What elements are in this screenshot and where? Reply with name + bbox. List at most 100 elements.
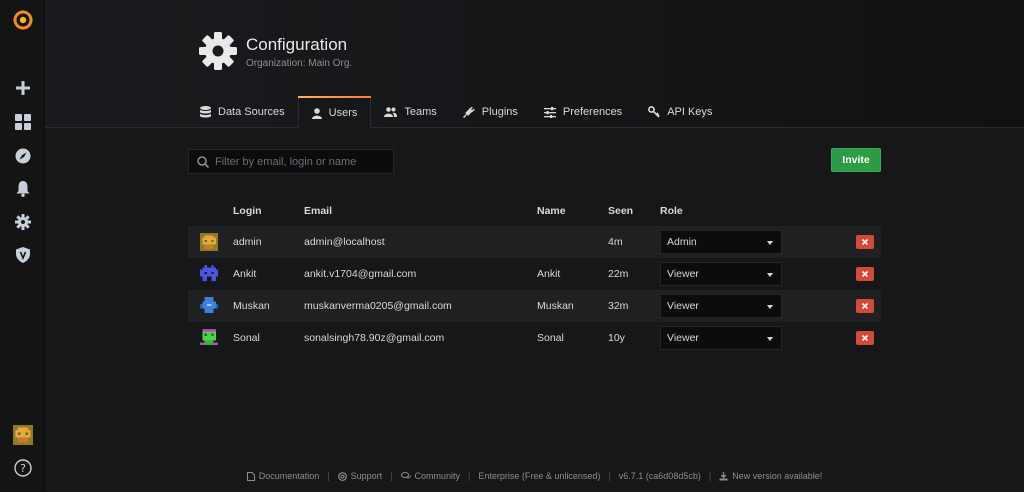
cell-email: sonalsingh78.90z@gmail.com [304,332,445,344]
role-select[interactable]: Viewer [660,294,782,318]
user-icon [311,107,322,119]
tab-label: Preferences [562,106,623,118]
invite-button[interactable]: Invite [831,148,881,172]
role-value: Admin [667,236,697,248]
help-question-icon[interactable]: ? [0,454,45,482]
role-value: Viewer [667,300,699,312]
alerting-bell-icon[interactable] [0,175,45,203]
footer-separator: | [468,471,471,481]
cell-login: Muskan [233,300,270,312]
cell-name: Ankit [537,268,561,280]
page-title: Configuration [246,35,348,54]
search-icon [197,155,209,168]
header-name: Name [537,205,566,217]
tab-bar: Data Sources Users Teams Plugins Prefere… [187,96,725,129]
close-icon [862,335,868,341]
footer-support-link[interactable]: Support [337,471,383,481]
tab-preferences[interactable]: Preferences [531,96,635,128]
sidebar: ? [0,0,45,492]
cell-seen: 22m [608,268,629,280]
footer-edition: Enterprise (Free & unlicensed) [478,471,600,481]
caret-down-icon [767,241,773,245]
server-admin-shield-icon[interactable] [0,241,45,269]
footer-documentation-link[interactable]: Documentation [246,471,320,481]
header-seen: Seen [608,205,634,217]
cell-name: Sonal [537,332,564,344]
cell-login: admin [233,236,262,248]
search-input[interactable] [215,155,393,168]
footer-label: v6.7.1 (ca6d08d5cb) [618,471,701,481]
cell-name: Muskan [537,300,574,312]
close-icon [862,239,868,245]
key-icon [648,106,660,118]
cell-email: admin@localhost [304,236,385,248]
footer-update-link[interactable]: New version available! [719,471,822,481]
caret-down-icon [767,337,773,341]
configuration-gear-icon [198,31,238,71]
tab-plugins[interactable]: Plugins [450,96,531,128]
footer-label: Support [350,471,383,481]
document-icon [246,471,255,481]
configuration-gear-icon[interactable] [0,208,45,236]
tab-users[interactable]: Users [297,96,372,129]
tab-label: Users [328,107,358,119]
tab-teams[interactable]: Teams [371,96,449,128]
database-icon [200,106,211,118]
download-icon [719,471,728,480]
page-header: Configuration Organization: Main Org. Da… [45,0,1024,129]
tab-label: Teams [404,106,437,118]
footer-label: Documentation [258,471,320,481]
svg-text:?: ? [20,462,26,475]
cell-login: Sonal [233,332,260,344]
grafana-logo-icon[interactable] [0,6,45,34]
support-lifebuoy-icon [337,471,347,481]
footer-version: v6.7.1 (ca6d08d5cb) [619,471,701,481]
plug-icon [462,106,475,118]
caret-down-icon [767,305,773,309]
footer-label: Enterprise (Free & unlicensed) [478,471,601,481]
user-avatar-icon[interactable] [0,421,45,449]
table-row: Ankit ankit.v1704@gmail.com Ankit 22m Vi… [188,258,881,290]
delete-user-button[interactable] [856,235,874,249]
explore-compass-icon[interactable] [0,142,45,170]
tab-label: Plugins [481,106,518,118]
caret-down-icon [767,273,773,277]
tab-data-sources[interactable]: Data Sources [187,96,298,128]
user-avatar-icon [200,297,218,315]
footer-separator: | [708,471,712,481]
cell-seen: 10y [608,332,625,344]
comments-icon [400,472,411,479]
delete-user-button[interactable] [856,331,874,345]
role-select[interactable]: Admin [660,230,782,254]
cell-email: muskanverma0205@gmail.com [304,300,452,312]
role-value: Viewer [667,332,699,344]
users-icon [384,107,398,117]
cell-seen: 4m [608,236,623,248]
user-avatar-icon [200,233,218,251]
footer-label: Community [414,471,461,481]
footer-separator: | [327,471,330,481]
delete-user-button[interactable] [856,299,874,313]
footer-separator: | [390,471,393,481]
header-email: Email [304,205,333,217]
cell-email: ankit.v1704@gmail.com [304,268,417,280]
table-row: Sonal sonalsingh78.90z@gmail.com Sonal 1… [188,322,881,354]
footer-label: New version available! [732,471,823,481]
user-avatar-icon [200,265,218,283]
table-row: admin admin@localhost 4m Admin [188,226,881,258]
user-avatar-icon [200,329,218,347]
close-icon [862,271,868,277]
role-select[interactable]: Viewer [660,262,782,286]
close-icon [862,303,868,309]
footer: Documentation | Support | Community | En… [45,468,1024,484]
tab-api-keys[interactable]: API Keys [635,96,725,128]
delete-user-button[interactable] [856,267,874,281]
create-plus-icon[interactable] [0,74,45,102]
search-box [188,149,394,174]
footer-community-link[interactable]: Community [400,471,461,481]
cell-login: Ankit [233,268,257,280]
tab-label: Data Sources [218,106,285,118]
role-select[interactable]: Viewer [660,326,782,350]
tab-label: API Keys [667,106,713,118]
dashboards-grid-icon[interactable] [0,108,45,136]
